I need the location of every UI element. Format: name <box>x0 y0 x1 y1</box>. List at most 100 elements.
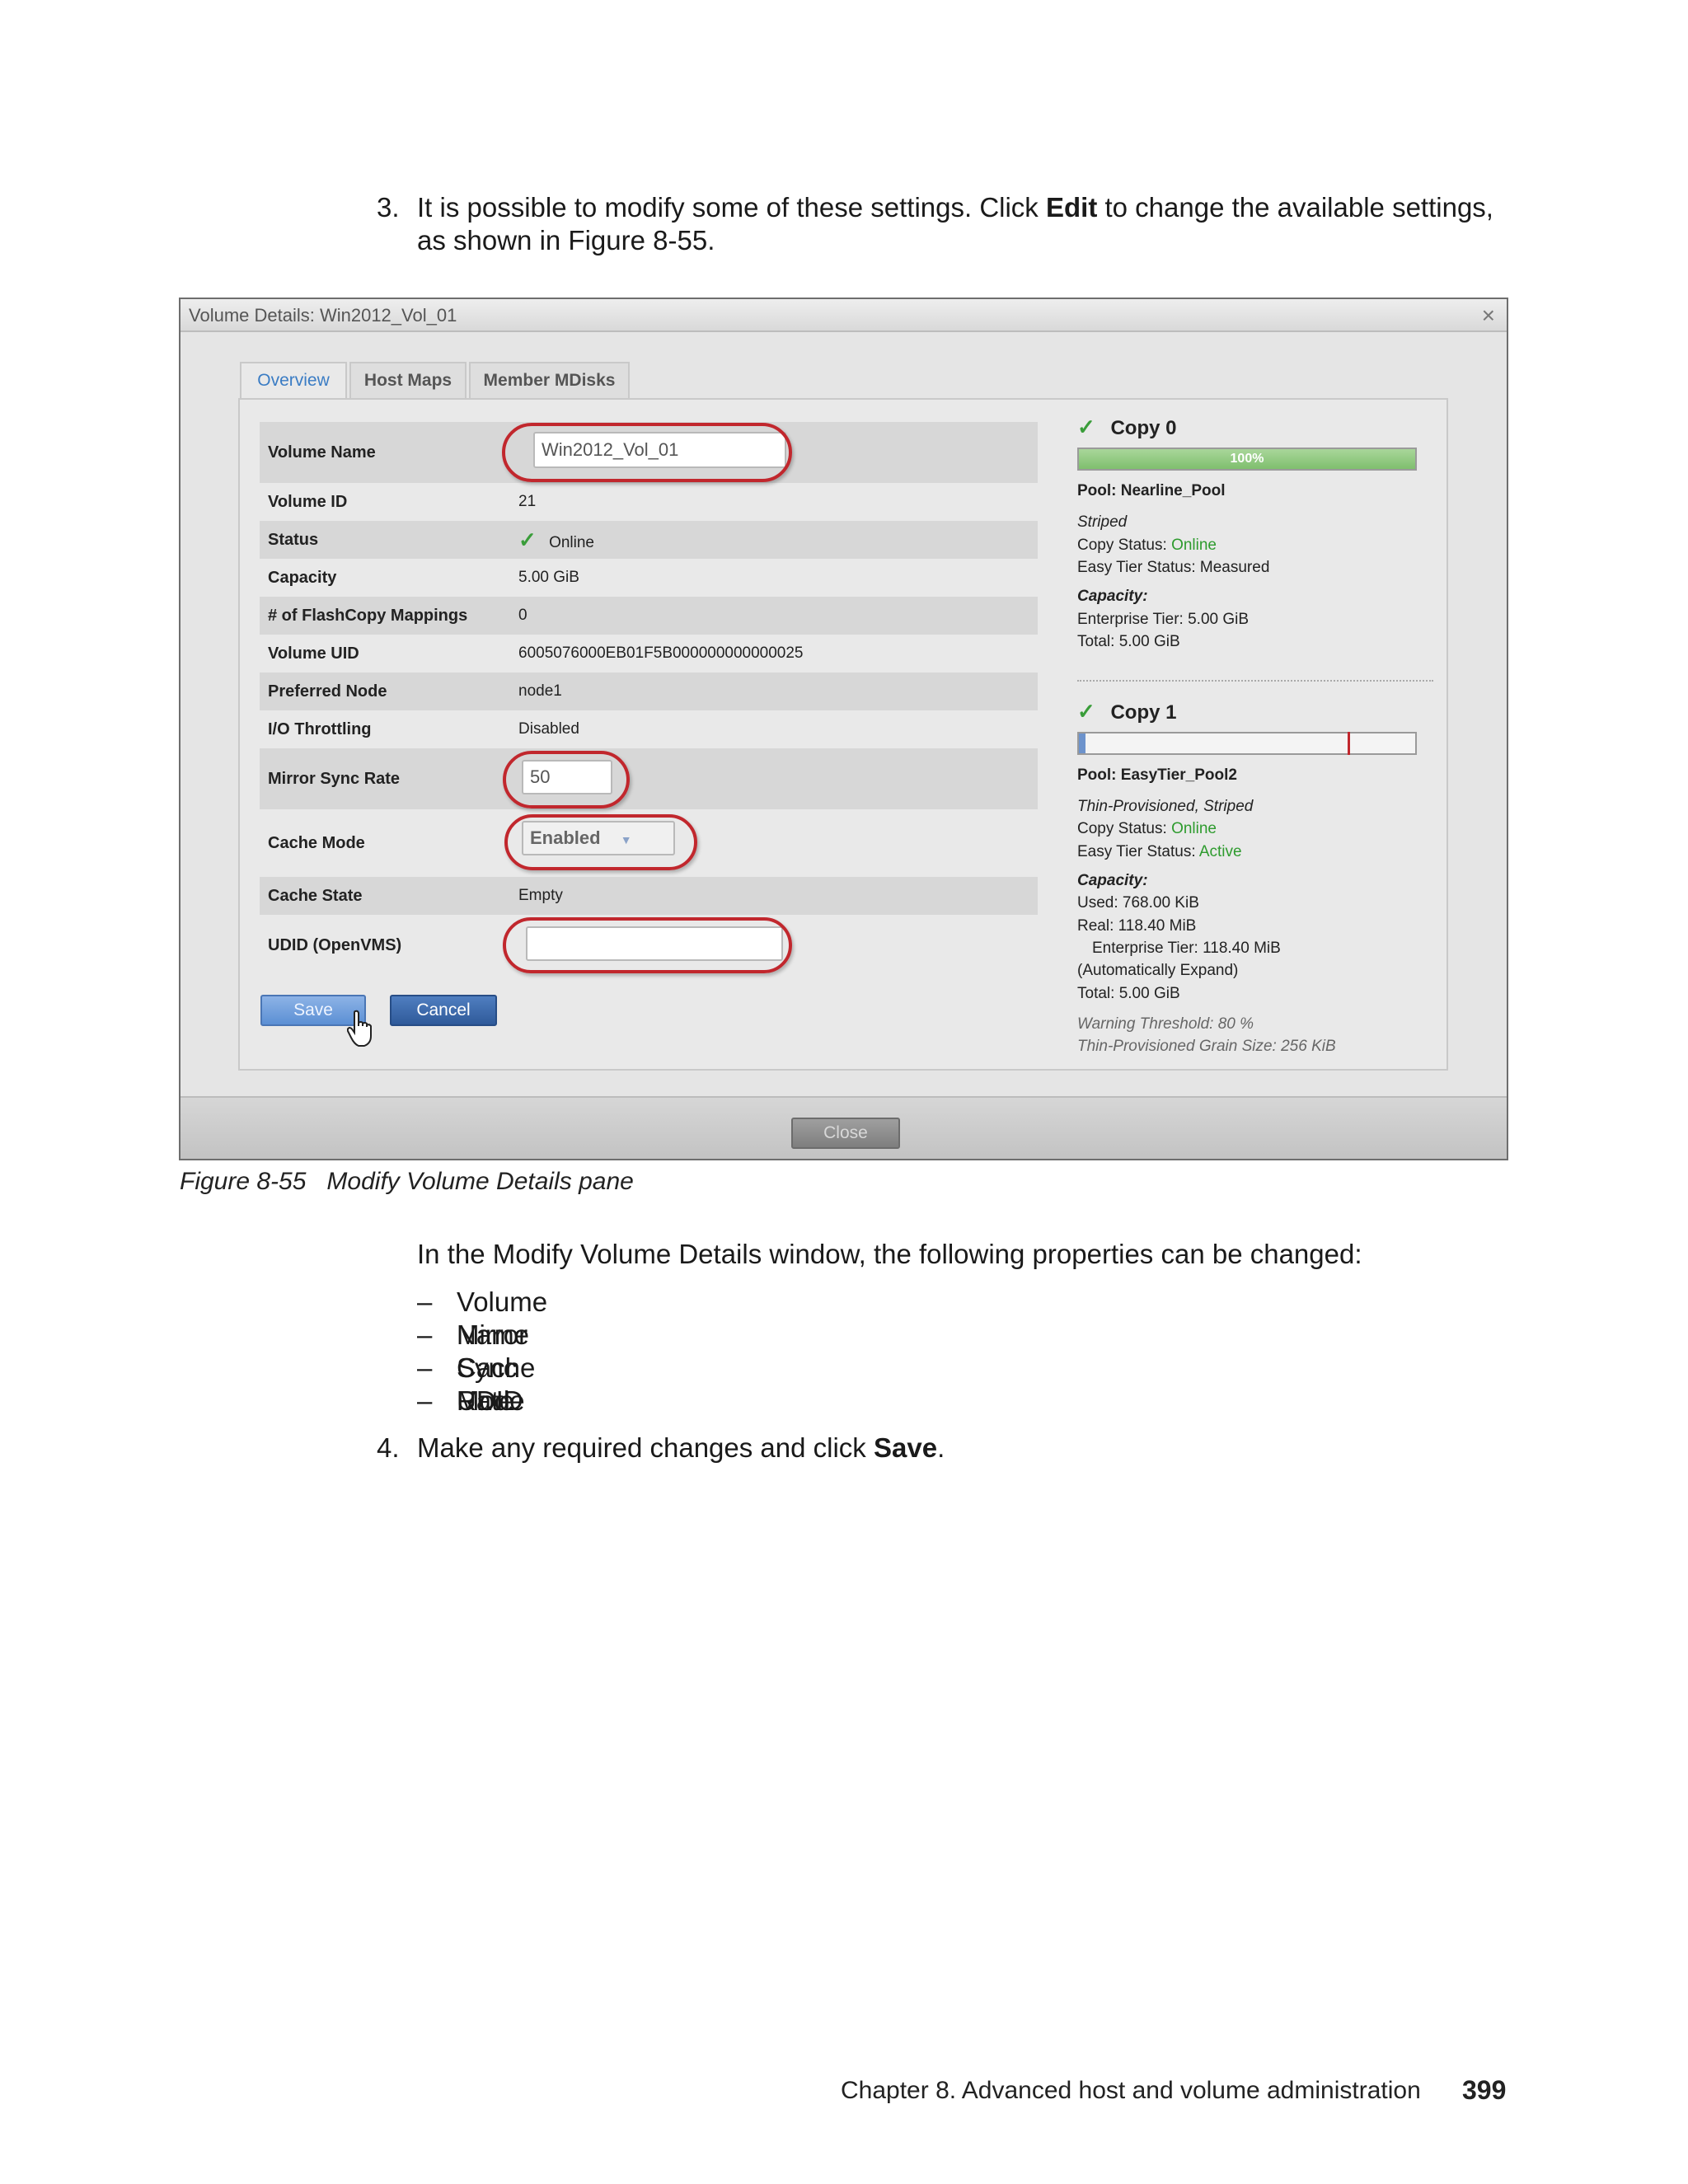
volume-id-value: 21 <box>518 493 537 510</box>
copy-0-total: Total: 5.00 GiB <box>1077 633 1180 650</box>
copy-1-title: Copy 1 <box>1110 701 1177 724</box>
copy-1-auto-expand: (Automatically Expand) <box>1077 962 1239 979</box>
step-3-text-after: to change the available settings, <box>1097 192 1493 223</box>
status-label: Status <box>268 531 319 549</box>
tab-host-maps[interactable]: Host Maps <box>349 362 467 398</box>
capacity-value: 5.00 GiB <box>518 569 579 586</box>
copy-0-capacity-heading: Capacity: <box>1077 588 1148 605</box>
copy-1-copy-status-value: Online <box>1171 820 1217 837</box>
volume-id-label: Volume ID <box>268 493 348 511</box>
step-4-text-after: . <box>937 1432 945 1463</box>
list-item: – Volume Name <box>417 1286 547 1350</box>
copy-1-pool: Pool: EasyTier_Pool2 <box>1077 766 1237 784</box>
copy-1-layout: Thin-Provisioned, Striped <box>1077 798 1254 815</box>
row-cache-state: Cache State Empty <box>260 877 1038 915</box>
checkmark-icon: ✓ <box>1077 415 1095 439</box>
step-3-text: It is possible to modify some of these s… <box>417 191 1493 224</box>
copy-1-total: Total: 5.00 GiB <box>1077 985 1180 1002</box>
copy-0-copy-status: Copy Status: Online <box>1077 537 1217 555</box>
copy-divider <box>1077 680 1433 682</box>
row-volume-id: Volume ID 21 <box>260 483 1038 521</box>
flashcopy-label: # of FlashCopy Mappings <box>268 607 468 625</box>
copy-0-copy-status-label: Copy Status: <box>1077 537 1172 554</box>
step-4-bold: Save <box>873 1432 938 1463</box>
copy-0-title: Copy 0 <box>1110 417 1177 439</box>
preferred-node-value: node1 <box>518 682 562 700</box>
copy-1-capacity-bar <box>1077 732 1417 755</box>
row-preferred-node: Preferred Node node1 <box>260 673 1038 710</box>
copy-1-used: Used: 768.00 KiB <box>1077 894 1199 912</box>
copy-1-header: ✓ Copy 1 <box>1077 699 1176 724</box>
dialog-footer: Close <box>181 1096 1507 1159</box>
list-dash: – <box>417 1352 433 1383</box>
mirror-sync-rate-highlight <box>503 751 630 808</box>
copy-0-enterprise-tier: Enterprise Tier: 5.00 GiB <box>1077 611 1250 628</box>
copy-1-used-fill <box>1079 733 1086 753</box>
list-item: – Mirror Sync Rate <box>417 1319 528 1416</box>
close-button[interactable]: Close <box>791 1118 900 1149</box>
volume-details-dialog: Volume Details: Win2012_Vol_01 × Overvie… <box>179 298 1508 1160</box>
row-status: Status ✓ Online <box>260 521 1038 559</box>
copy-0-layout: Striped <box>1077 513 1128 531</box>
list-dash: – <box>417 1286 433 1317</box>
chapter-footer: Chapter 8. Advanced host and volume admi… <box>841 2077 1421 2104</box>
step-3-number: 3. <box>377 192 400 223</box>
volume-uid-value: 6005076000EB01F5B000000000000025 <box>518 644 804 662</box>
cache-state-value: Empty <box>518 887 563 904</box>
step-3-bold: Edit <box>1045 192 1098 223</box>
list-item: – UDID <box>417 1385 523 1418</box>
step-4-number: 4. <box>377 1432 400 1463</box>
status-value: Online <box>549 534 594 551</box>
copy-1-copy-status-label: Copy Status: <box>1077 820 1172 837</box>
cancel-button[interactable]: Cancel <box>390 995 497 1026</box>
step-3-text-before: It is possible to modify some of these s… <box>417 192 1046 223</box>
checkmark-icon: ✓ <box>1077 699 1095 724</box>
io-throttling-value: Disabled <box>518 720 579 738</box>
close-icon[interactable]: × <box>1482 301 1495 330</box>
copy-0-pool: Pool: Nearline_Pool <box>1077 482 1226 499</box>
tab-member-mdisks[interactable]: Member MDisks <box>469 362 630 398</box>
intro-paragraph: In the Modify Volume Details window, the… <box>417 1239 1362 1269</box>
tab-overview[interactable]: Overview <box>240 362 347 400</box>
copy-1-easy-tier-label: Easy Tier Status: <box>1077 843 1199 860</box>
copy-1-copy-status: Copy Status: Online <box>1077 820 1217 838</box>
cache-mode-highlight <box>504 814 697 870</box>
row-volume-uid: Volume UID 6005076000EB01F5B000000000000… <box>260 635 1038 673</box>
copy-0-progress-bar: 100% <box>1077 448 1417 471</box>
volume-name-highlight <box>502 423 792 482</box>
copy-1-easy-tier-value: Active <box>1198 843 1242 860</box>
copy-0-header: ✓ Copy 0 <box>1077 415 1176 440</box>
property-list: – Volume Name – Mirror Sync Rate – Cache Mo… <box>417 1286 547 1418</box>
copy-1-grain-size: Thin-Provisioned Grain Size: 256 KiB <box>1077 1038 1336 1055</box>
status-value-group: ✓ Online <box>518 527 594 553</box>
copy-1-capacity-heading: Capacity: <box>1077 872 1148 889</box>
copy-1-warning-threshold: Warning Threshold: 80 % <box>1077 1015 1254 1033</box>
list-dash: – <box>417 1385 433 1416</box>
volume-uid-label: Volume UID <box>268 644 359 663</box>
volume-name-label: Volume Name <box>268 443 376 462</box>
copy-0-easy-tier: Easy Tier Status: Measured <box>1077 559 1270 576</box>
row-io-throttling: I/O Throttling Disabled <box>260 710 1038 748</box>
hand-pointer-icon <box>347 1010 372 1047</box>
copy-1-warning-marker <box>1348 732 1351 755</box>
step-4-text-before: Make any required changes and click <box>417 1432 874 1463</box>
property-name: UDID <box>457 1385 523 1416</box>
list-item: – Cache Mode <box>417 1352 535 1416</box>
copy-1-easy-tier: Easy Tier Status: Active <box>1077 843 1242 861</box>
figure-caption: Figure 8-55 Modify Volume Details pane <box>180 1168 634 1195</box>
preferred-node-label: Preferred Node <box>268 682 387 701</box>
row-flashcopy: # of FlashCopy Mappings 0 <box>260 597 1038 635</box>
cache-mode-label: Cache Mode <box>268 834 365 852</box>
row-mirror-sync-rate: Mirror Sync Rate 50 <box>260 748 1038 809</box>
copy-0-copy-status-value: Online <box>1171 537 1217 554</box>
step-3-line2: as shown in Figure 8-55. <box>417 225 715 255</box>
flashcopy-value: 0 <box>518 607 528 624</box>
page-number: 399 <box>1462 2075 1507 2105</box>
list-dash: – <box>417 1319 433 1350</box>
io-throttling-label: I/O Throttling <box>268 720 372 738</box>
capacity-label: Capacity <box>268 569 337 587</box>
step-4-text: Make any required changes and click Save… <box>417 1432 945 1465</box>
row-capacity: Capacity 5.00 GiB <box>260 559 1038 597</box>
cache-state-label: Cache State <box>268 887 363 905</box>
udid-label: UDID (OpenVMS) <box>268 936 402 954</box>
